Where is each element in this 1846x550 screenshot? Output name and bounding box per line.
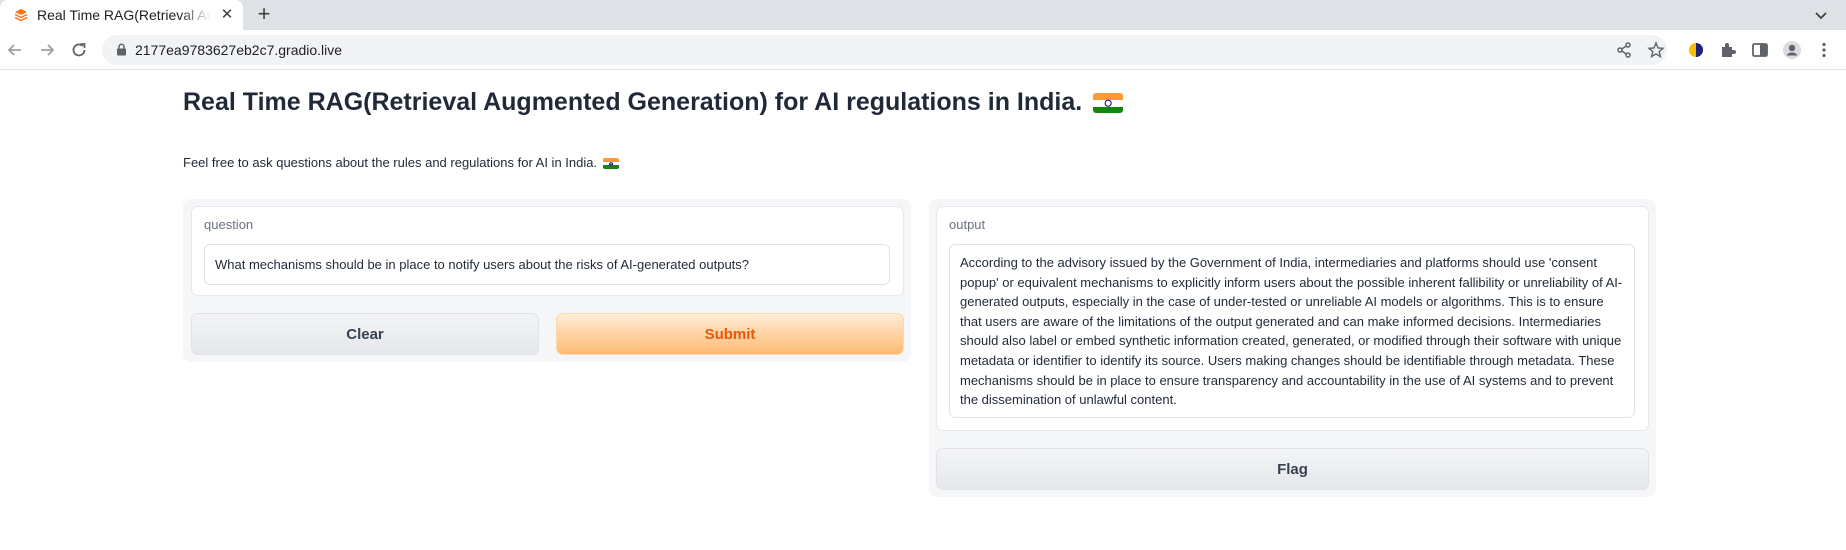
back-arrow-icon[interactable] (4, 39, 26, 61)
bookmark-star-icon[interactable] (1647, 41, 1665, 59)
flag-button[interactable]: Flag (936, 448, 1649, 490)
address-bar[interactable]: 2177ea9783627eb2c7.gradio.live (102, 35, 1667, 65)
page-description-text: Feel free to ask questions about the rul… (183, 155, 598, 170)
browser-toolbar: 2177ea9783627eb2c7.gradio.live (0, 30, 1846, 70)
more-menu-icon[interactable] (1813, 39, 1835, 61)
extension-logo-icon[interactable] (1685, 39, 1707, 61)
output-panel: output According to the advisory issued … (929, 199, 1656, 497)
output-block: output According to the advisory issued … (936, 206, 1649, 431)
share-icon[interactable] (1615, 41, 1633, 59)
browser-tab[interactable]: Real Time RAG(Retrieval Augmented Genera… (0, 0, 243, 30)
tab-close-icon[interactable]: ✕ (217, 5, 237, 25)
side-panel-icon[interactable] (1749, 39, 1771, 61)
profile-avatar-icon[interactable] (1781, 39, 1803, 61)
forward-arrow-icon[interactable] (36, 39, 58, 61)
page-title-text: Real Time RAG(Retrieval Augmented Genera… (183, 88, 1083, 116)
output-label: output (949, 217, 986, 232)
extensions-puzzle-icon[interactable] (1717, 39, 1739, 61)
new-tab-icon[interactable]: + (252, 3, 276, 27)
gradio-favicon-icon (14, 9, 28, 22)
output-textbox[interactable]: According to the advisory issued by the … (949, 244, 1635, 418)
browser-tabstrip: Real Time RAG(Retrieval Augmented Genera… (0, 0, 1846, 30)
tab-title: Real Time RAG(Retrieval Augmented Genera… (37, 7, 211, 23)
question-input[interactable]: What mechanisms should be in place to no… (204, 244, 890, 285)
india-flag-icon (602, 158, 619, 170)
url-text: 2177ea9783627eb2c7.gradio.live (135, 42, 343, 58)
question-label: question (204, 217, 254, 232)
chevron-down-icon[interactable] (1812, 6, 1830, 24)
submit-button[interactable]: Submit (556, 313, 904, 355)
page-description: Feel free to ask questions about the rul… (183, 155, 619, 170)
input-panel: question What mechanisms should be in pl… (183, 199, 911, 362)
page-title: Real Time RAG(Retrieval Augmented Genera… (183, 88, 1124, 117)
question-block: question What mechanisms should be in pl… (191, 206, 904, 296)
india-flag-icon (1093, 93, 1124, 114)
clear-button[interactable]: Clear (191, 313, 539, 355)
lock-icon (117, 43, 126, 56)
reload-icon[interactable] (68, 39, 90, 61)
